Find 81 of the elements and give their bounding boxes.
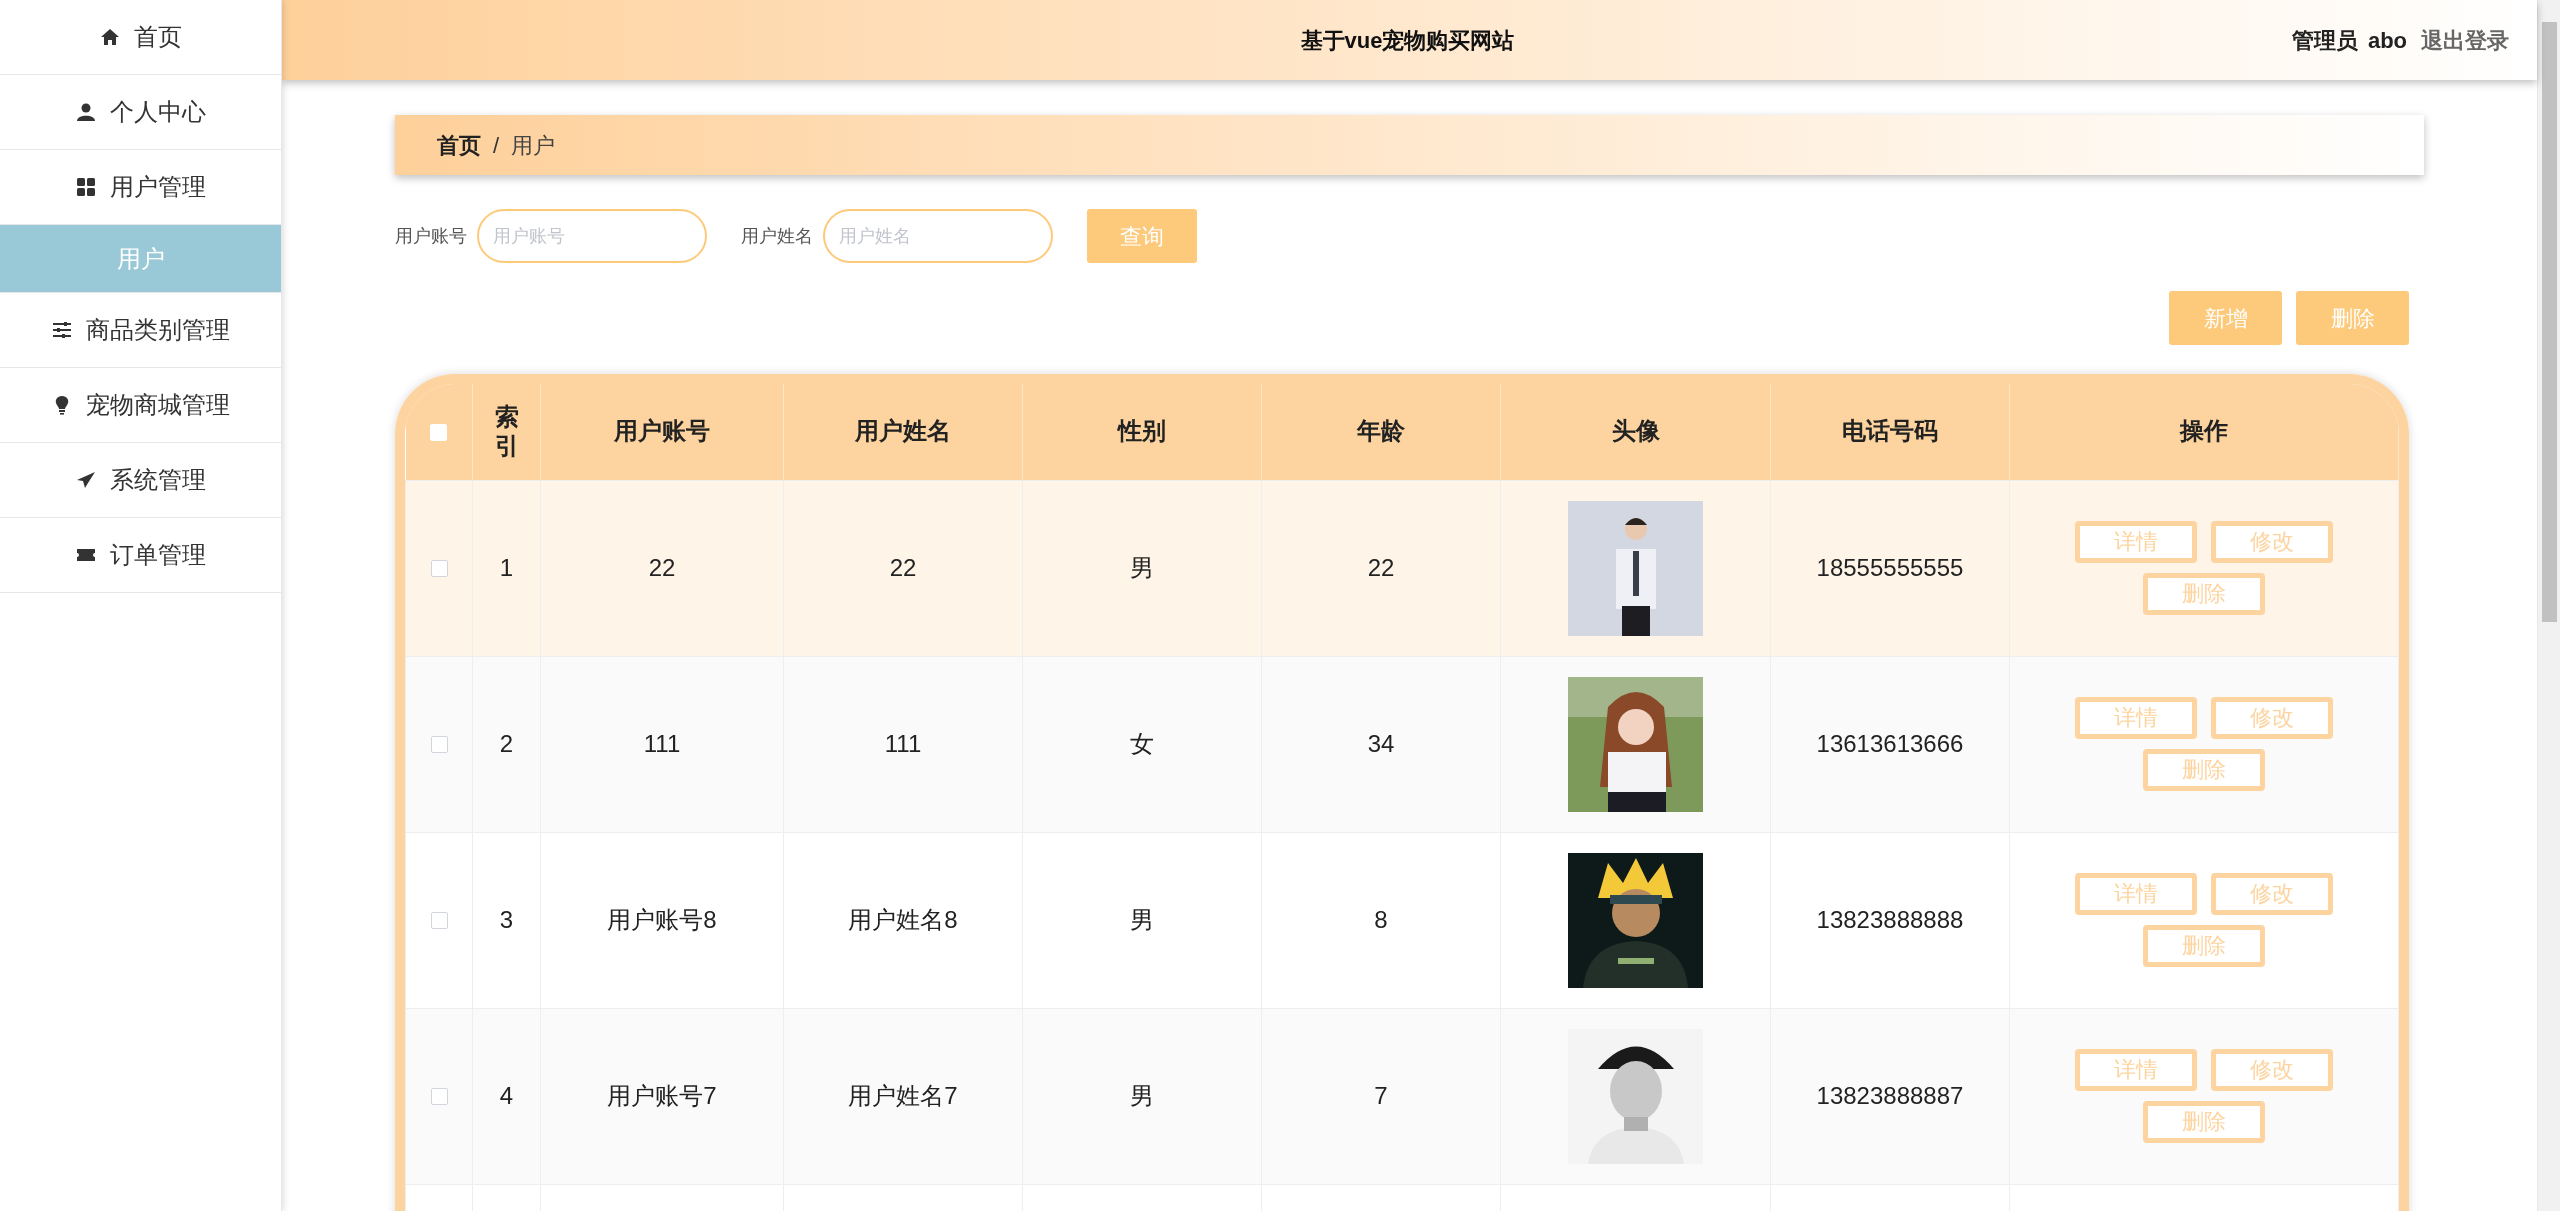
sidebar-item[interactable]: 个人中心 [0,75,281,150]
search-field[interactable]: 用户账号 [477,209,707,263]
table-cell: 7 [1374,1082,1388,1109]
table-cell: 1 [499,554,514,581]
column-header: 性别 [1118,417,1166,445]
sidebar-item[interactable]: 商品类别管理 [0,293,281,368]
table-cell: 用户姓名7 [848,1082,958,1109]
table-row[interactable]: 2 111 111 女 34 13613613666 详情 修改 删除 [405,656,2399,832]
delete-button[interactable]: 删除 [2296,291,2409,345]
user-icon [75,102,96,122]
field-label: 用户姓名 [741,224,813,248]
add-button[interactable]: 新增 [2169,291,2282,345]
edit-button[interactable]: 修改 [2211,697,2333,739]
user-role: 管理员 [2291,26,2358,55]
sidebar-item[interactable]: 用户管理 [0,150,281,225]
sidebar-item[interactable]: 宠物商城管理 [0,368,281,443]
delete-button[interactable]: 删除 [2143,573,2265,615]
sidebar-item[interactable]: 系统管理 [0,443,281,518]
table-cell: 男 [1130,554,1154,581]
paper-plane-icon [75,470,96,490]
table-row[interactable]: 3 用户账号8 用户姓名8 男 8 13823888888 详情 修改 删除 [405,832,2399,1008]
column-header: 电话号码 [1842,417,1938,445]
sidebar-item[interactable]: 首页 [0,0,281,75]
table-cell: 女 [1130,730,1154,757]
column-header: 用户姓名 [855,417,951,445]
breadcrumb-item[interactable]: 首页 [437,128,481,162]
sidebar-item[interactable]: 订单管理 [0,518,281,593]
table-cell: 18555555555 [1816,554,1964,581]
sidebar-item[interactable]: 用户 [0,225,281,293]
checkbox[interactable] [430,912,448,930]
scrollbar-thumb[interactable] [2541,22,2557,622]
details-button[interactable]: 详情 [2075,1049,2197,1091]
breadcrumb-separator: / [493,131,500,160]
checkbox[interactable] [430,1088,448,1106]
table-row[interactable]: 1 22 22 男 22 18555555555 详情 修改 删除 [405,480,2399,656]
edit-button[interactable]: 修改 [2211,521,2333,563]
table-cell: 用户姓名8 [848,906,958,933]
column-header: 头像 [1611,417,1660,445]
table-cell: 111 [884,730,922,757]
column-header: 操作 [2180,417,2228,445]
edit-button[interactable]: 修改 [2211,873,2333,915]
column-header: 年龄 [1357,417,1405,445]
table-cell: 4 [499,1082,514,1109]
checkbox[interactable] [430,736,448,754]
table-cell: 用户账号7 [607,1082,717,1109]
delete-button[interactable]: 删除 [2143,1101,2265,1143]
search-button[interactable]: 查询 [1087,209,1197,263]
search-field[interactable]: 用户姓名 [823,209,1053,263]
table-cell: 13823888887 [1816,1082,1964,1109]
site-title: 基于vue宠物购买网站 [1300,26,1515,55]
column-header: 索引 [494,402,519,461]
grid-icon [75,177,96,197]
details-button[interactable]: 详情 [2075,697,2197,739]
checkbox[interactable] [430,560,448,578]
logout-link[interactable]: 退出登录 [2421,23,2509,57]
table-cell: 111 [643,730,681,757]
scrollbar[interactable] [2537,0,2560,1211]
table-cell: 34 [1367,730,1395,757]
delete-button[interactable]: 删除 [2143,749,2265,791]
user-name: abo [2367,26,2407,55]
column-header: 用户账号 [614,417,710,445]
table-cell: 13823888888 [1816,906,1964,933]
details-button[interactable]: 详情 [2075,873,2197,915]
breadcrumb-item: 用户 [511,131,556,160]
home-icon [99,27,120,47]
table-cell: 2 [499,730,514,757]
table-cell: 13613613666 [1816,730,1964,757]
table-row[interactable]: 4 用户账号7 用户姓名7 男 7 13823888887 详情 修改 删除 [405,1008,2399,1184]
field-label: 用户账号 [395,224,467,248]
table-cell: 22 [889,554,917,581]
table-cell: 3 [499,906,514,933]
table-cell: 男 [1130,906,1154,933]
details-button[interactable]: 详情 [2075,521,2197,563]
table-cell: 8 [1374,906,1388,933]
sliders-icon [51,320,72,340]
edit-button[interactable]: 修改 [2211,1049,2333,1091]
table-cell: 22 [1367,554,1395,581]
table-cell: 男 [1130,1082,1154,1109]
table-cell: 用户账号8 [607,906,717,933]
table-cell: 22 [648,554,676,581]
delete-button[interactable]: 删除 [2143,925,2265,967]
